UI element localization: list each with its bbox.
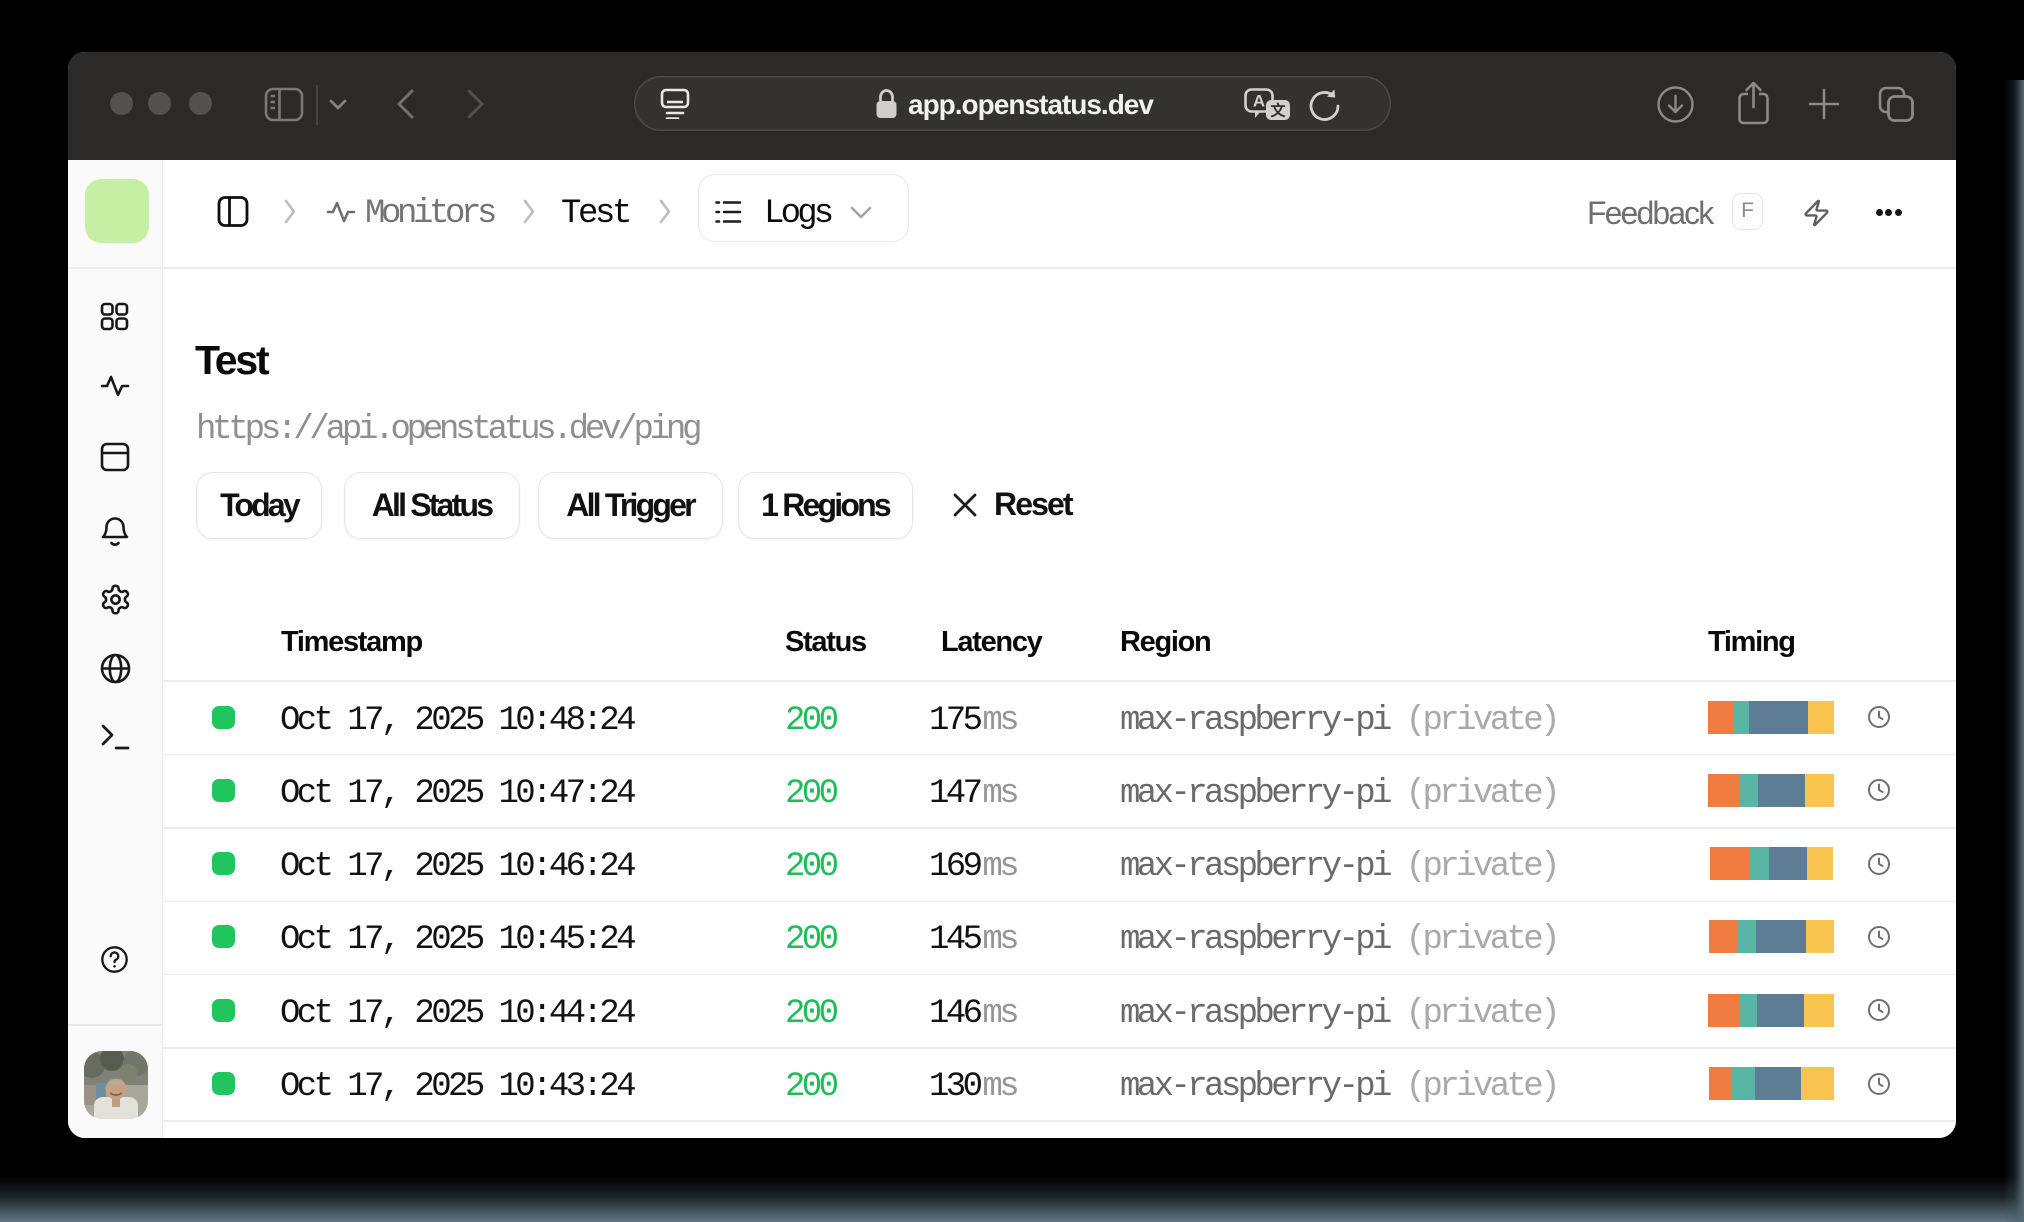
svg-text:文: 文 xyxy=(1270,102,1286,120)
svg-text:A: A xyxy=(1253,92,1265,111)
